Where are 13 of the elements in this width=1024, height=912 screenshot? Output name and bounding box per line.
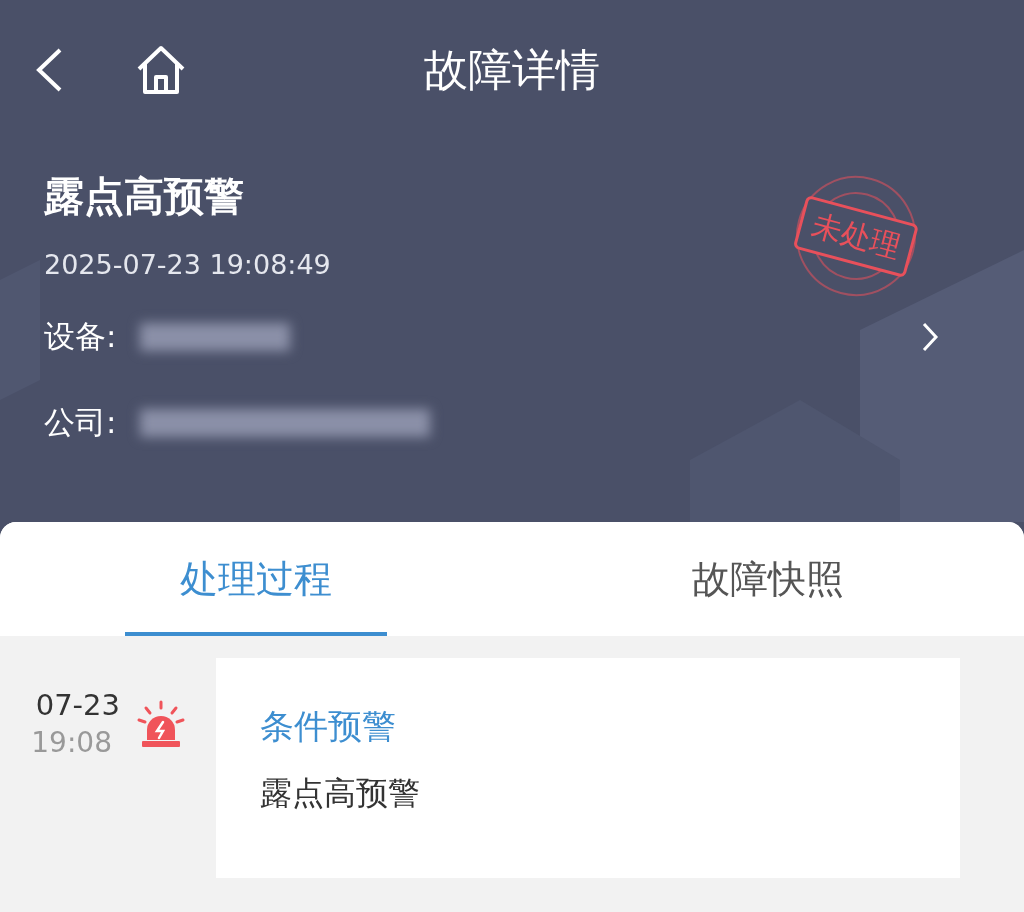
entry-date: 07-23 (35, 688, 120, 722)
tab[interactable]: 处理过程 (0, 522, 512, 636)
field-label: 设备: (44, 317, 117, 356)
fault-time: 2025-07-23 19:08:49 (44, 248, 331, 282)
field-label: 公司: (44, 403, 117, 442)
chevron-right-icon[interactable] (920, 321, 940, 353)
page-title: 故障详情 (424, 42, 600, 97)
event-title: 条件预警 (260, 705, 396, 748)
tab[interactable]: 故障快照 (512, 522, 1024, 636)
back-icon[interactable] (34, 47, 64, 93)
fault-name: 露点高预警 (44, 172, 244, 221)
event-detail: 露点高预警 (260, 773, 420, 814)
entry-time: 19:08 (31, 726, 112, 759)
